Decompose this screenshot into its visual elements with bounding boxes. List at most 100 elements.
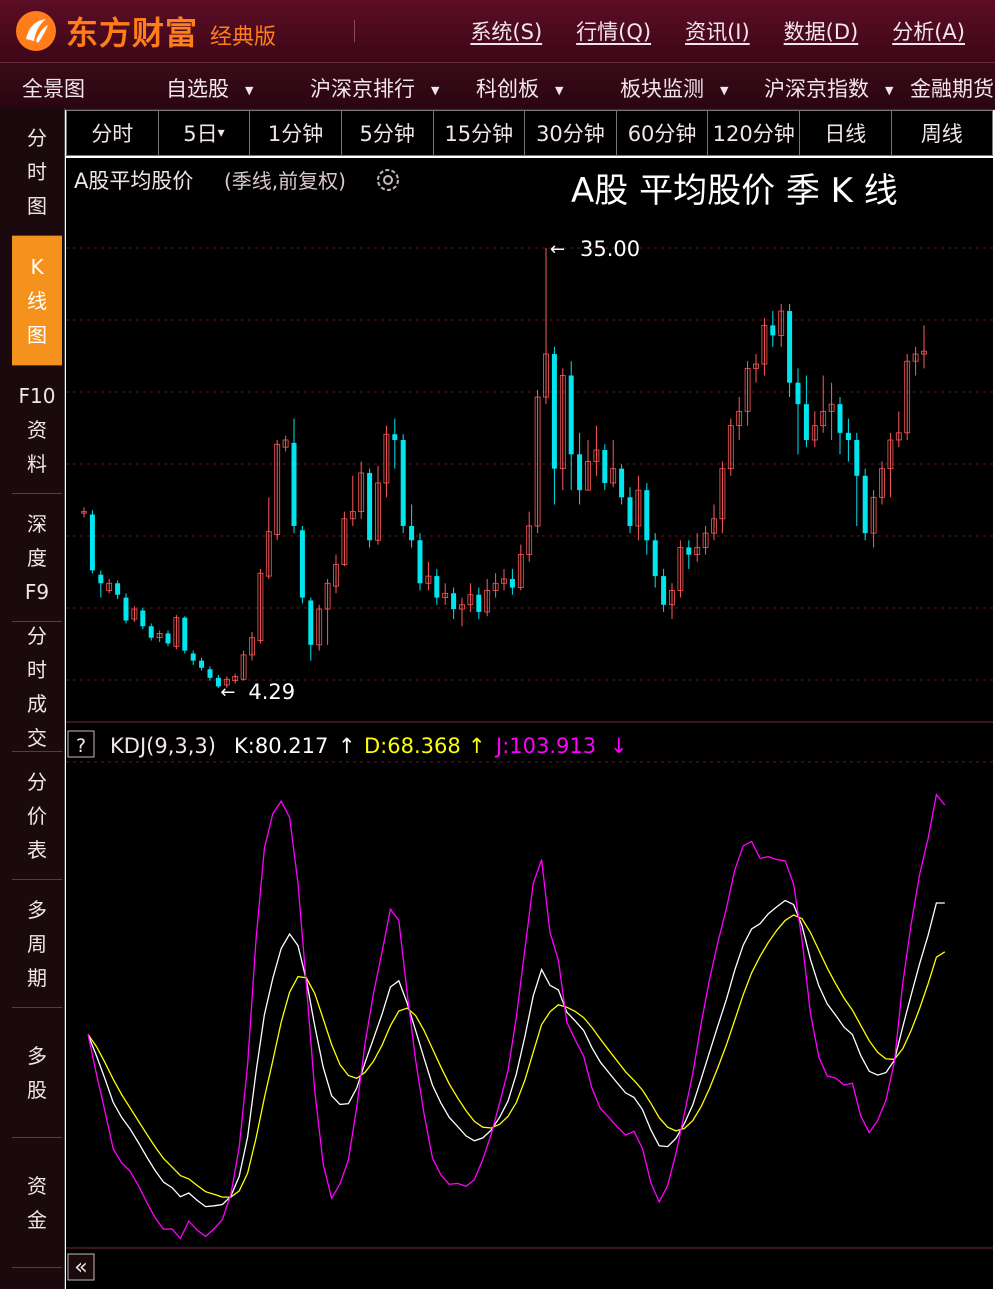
sidebar-item-char: 分 (27, 769, 47, 794)
nav-item-label: 科创板 (476, 77, 539, 101)
sidebar-item-char: 度 (27, 545, 47, 570)
sidebar-item-char: 多 (27, 1043, 47, 1068)
tab-label: 1分钟 (267, 122, 324, 146)
tab-label: 分时 (91, 122, 134, 146)
tab-timeframe-2[interactable]: 1分钟 (249, 110, 341, 156)
tab-label: 5分钟 (359, 122, 415, 146)
menu-quotes[interactable]: 行情(Q) (576, 16, 651, 46)
app-logo: 东方财富 经典版 (14, 8, 276, 54)
kdj-j-value: J:103.913 (494, 734, 596, 758)
sidebar-item-char: 表 (27, 837, 47, 862)
nav-item-label: 沪深京指数 (764, 77, 869, 101)
nav-item-1[interactable]: 自选股 ▼ (166, 73, 253, 103)
tab-label: 日线 (824, 122, 867, 146)
sidebar-item-4[interactable]: 分时成交 (12, 622, 62, 752)
candle-body (476, 594, 482, 612)
sidebar-item-3[interactable]: 深度 F9 (12, 494, 62, 622)
candle-body (207, 669, 213, 678)
candle-body (854, 439, 860, 476)
tab-timeframe-7[interactable]: 120分钟 (707, 110, 799, 156)
candle-body (619, 468, 625, 498)
sidebar-item-char: 多 (27, 897, 47, 922)
nav-item-2[interactable]: 沪深京排行 ▼ (310, 73, 439, 103)
kdj-k-value: K:80.217 (234, 734, 328, 758)
menu-news[interactable]: 资讯(I) (685, 16, 750, 46)
sidebar-item-char: 线 (27, 288, 47, 313)
candle-body (451, 593, 457, 610)
sidebar-item-2[interactable]: F10 资料 (12, 366, 62, 494)
sidebar-item-1[interactable]: K线图 (12, 236, 62, 366)
candle-body (644, 490, 650, 541)
title-separator (354, 20, 355, 42)
sidebar-item-char: 料 (27, 451, 47, 476)
nav-item-4[interactable]: 板块监测 ▼ (620, 73, 728, 103)
candle-body (661, 576, 667, 605)
tab-timeframe-1[interactable]: 5日 ▾ (157, 110, 250, 156)
candle-body (845, 432, 851, 440)
candle-body (551, 354, 557, 469)
nav-bar: 全景图 自选股 ▼ 沪深京排行 ▼ 科创板 ▼ 板块监测 ▼ 沪深京指数 ▼ 金融期货 (0, 62, 995, 110)
nav-item-6[interactable]: 金融期货 (910, 73, 994, 103)
caret-down-icon: ▼ (431, 83, 440, 97)
sidebar-item-5[interactable]: 分价表 (12, 752, 62, 880)
caret-down-icon: ▼ (720, 83, 729, 97)
menu-system[interactable]: 系统(S) (470, 16, 542, 46)
sidebar-item-char: 成 (27, 691, 47, 716)
nav-item-0[interactable]: 全景图 (22, 73, 85, 103)
sidebar-item-8[interactable]: 资金 (12, 1138, 62, 1268)
caret-down-icon: ▼ (245, 83, 254, 97)
tab-timeframe-4[interactable]: 15分钟 (432, 110, 525, 156)
sidebar-item-0[interactable]: 分时图 (12, 108, 62, 236)
gear-icon[interactable] (377, 169, 399, 191)
candle-body (148, 626, 154, 638)
tab-timeframe-3[interactable]: 5分钟 (340, 110, 433, 156)
sidebar-item-char: 分 (27, 125, 47, 150)
tab-label: 60分钟 (627, 122, 697, 146)
max-arrow-icon: ← (550, 239, 565, 260)
sidebar-item-char: 时 (27, 657, 47, 682)
candle-body (190, 653, 196, 661)
tab-label: 120分钟 (712, 122, 795, 146)
sidebar-item-char: 金 (27, 1207, 47, 1232)
up-arrow-icon: ↑ (468, 734, 486, 758)
candle-body (291, 442, 297, 526)
logo-icon (16, 11, 56, 51)
candle-body (392, 434, 398, 440)
tab-timeframe-6[interactable]: 60分钟 (615, 110, 708, 156)
candle-body (115, 583, 121, 595)
nav-item-5[interactable]: 沪深京指数 ▼ (764, 73, 893, 103)
tab-timeframe-0[interactable]: 分时 (66, 110, 158, 156)
sidebar-item-char: 期 (27, 965, 47, 990)
tab-label: 5日 (183, 122, 218, 146)
sidebar-item-char: 时 (27, 159, 47, 184)
kdj-j-line (87, 793, 946, 1240)
candle-body (602, 450, 608, 483)
nav-item-3[interactable]: 科创板 ▼ (476, 73, 563, 103)
sidebar-item-char: F10 (18, 383, 56, 408)
tab-label: 15分钟 (444, 122, 514, 146)
kline-chart[interactable]: A股平均股价 (季线,前复权) A股 平均股价 季 K 线 ← 35.00 ← 4.29? K… (66, 158, 993, 1289)
nav-item-label: 金融期货 (910, 77, 994, 101)
sidebar-item-6[interactable]: 多周期 (12, 880, 62, 1008)
candle-body (165, 633, 171, 644)
min-price-label: 4.29 (248, 680, 295, 704)
candle-body (199, 660, 205, 668)
menu-data[interactable]: 数据(D) (784, 16, 859, 46)
candle-body (400, 439, 406, 526)
candle-body (182, 617, 188, 651)
tab-timeframe-5[interactable]: 30分钟 (524, 110, 616, 156)
tab-timeframe-8[interactable]: 日线 (799, 110, 891, 156)
menu-analysis[interactable]: 分析(A) (892, 16, 965, 46)
chart-title: A股平均股价 (74, 169, 193, 193)
title-bar: 东方财富 经典版 系统(S) 行情(Q) 资讯(I) 数据(D) 分析(A) (0, 0, 995, 62)
sidebar-item-7[interactable]: 多股 (12, 1008, 62, 1138)
caret-down-icon: ▼ (555, 83, 564, 97)
candle-body (89, 514, 95, 571)
up-arrow-icon: ↑ (338, 734, 356, 758)
nav-item-label: 沪深京排行 (310, 77, 415, 101)
candle-body (98, 574, 104, 584)
tab-timeframe-9[interactable]: 周线 (890, 110, 993, 156)
top-menu: 系统(S) 行情(Q) 资讯(I) 数据(D) 分析(A) (470, 16, 965, 46)
nav-item-label: 全景图 (22, 77, 85, 101)
tab-label: 周线 (920, 122, 963, 146)
